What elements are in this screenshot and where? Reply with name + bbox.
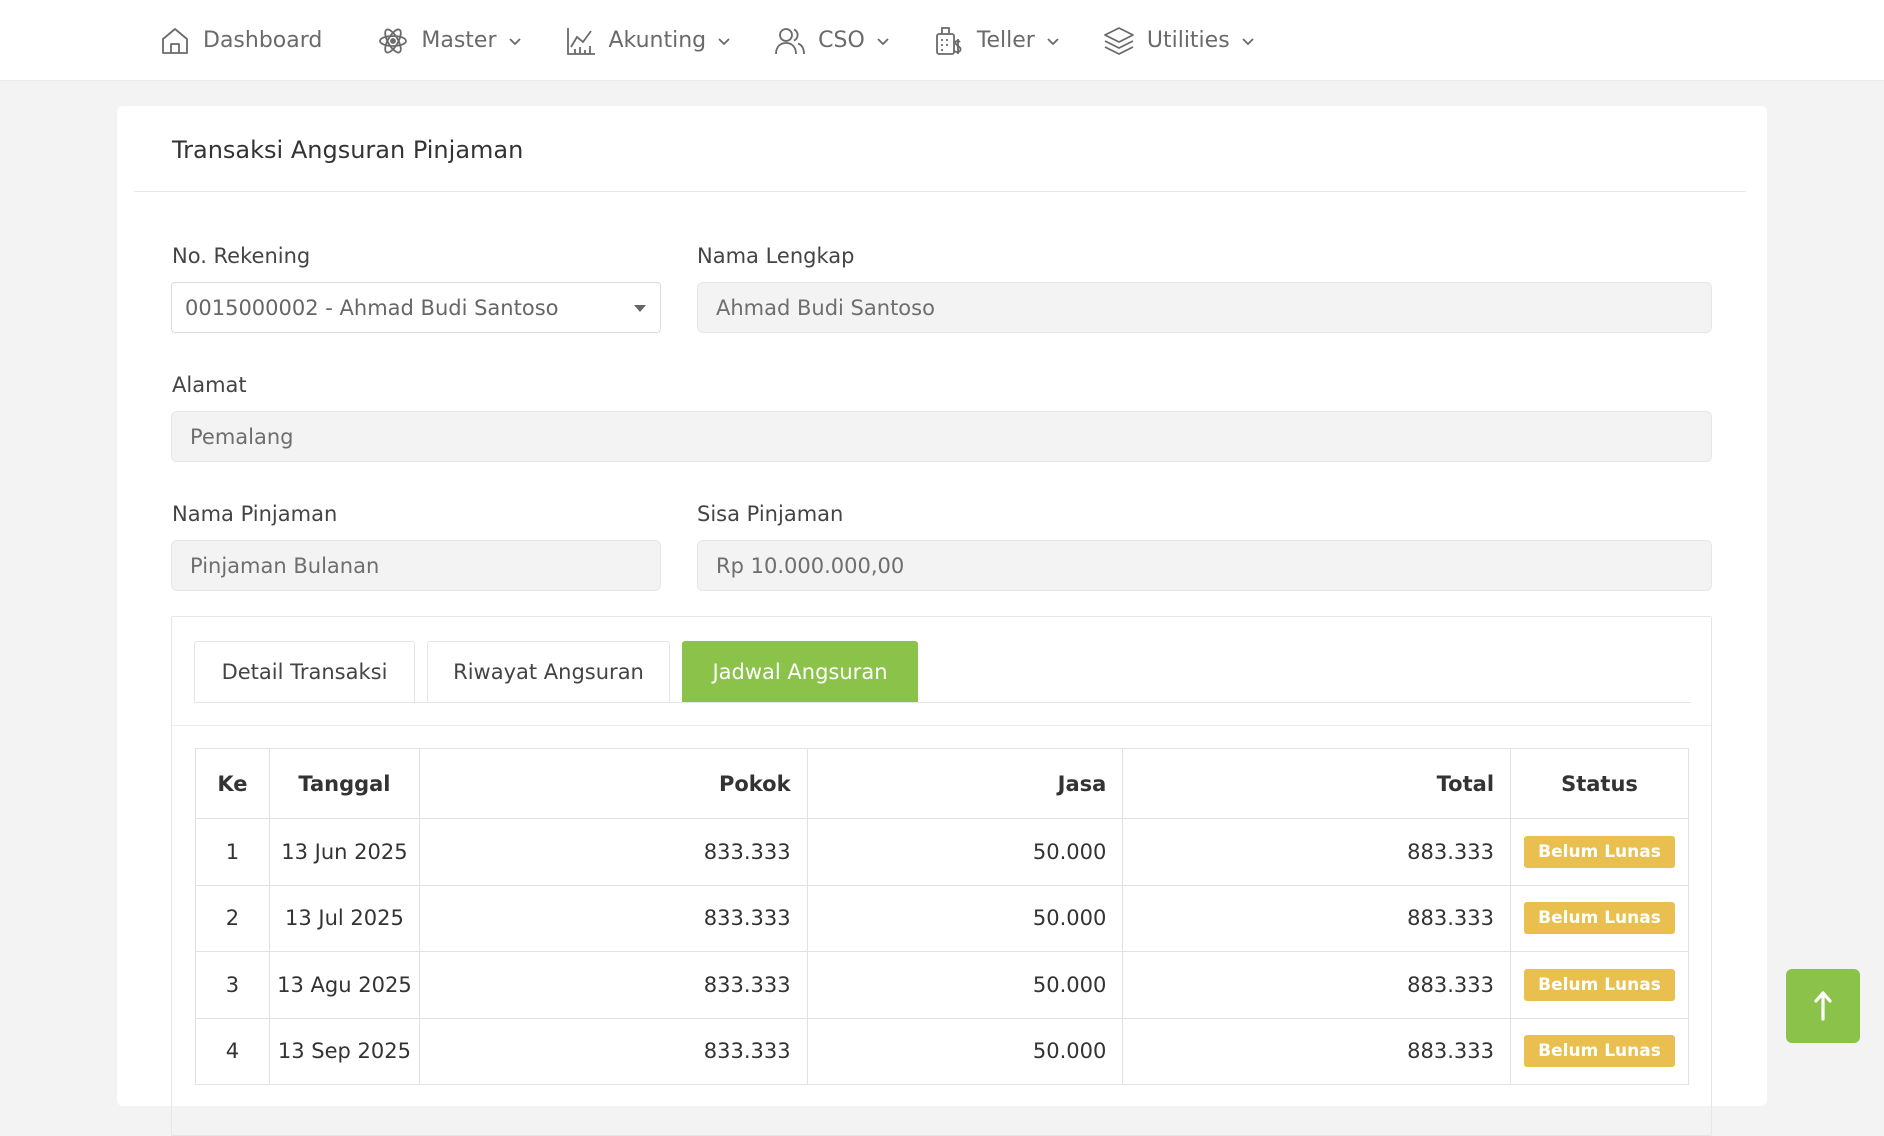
cell-ke: 4 [195, 1017, 270, 1085]
nav-item-cso[interactable]: CSO [774, 0, 891, 81]
cell-tanggal: 13 Jun 2025 [268, 818, 420, 886]
arrow-up-icon [1814, 991, 1832, 1021]
no-rekening-value: 0015000002 - Ahmad Budi Santoso [185, 295, 559, 320]
nav-item-utilities[interactable]: Utilities [1103, 0, 1256, 81]
no-rekening-select[interactable]: 0015000002 - Ahmad Budi Santoso [171, 282, 661, 333]
nama-lengkap-value: Ahmad Budi Santoso [716, 295, 935, 320]
column-header-tanggal: Tanggal [268, 748, 420, 819]
users-icon [774, 25, 806, 57]
nav-label-akunting: Akunting [608, 28, 707, 53]
column-header-status: Status [1510, 748, 1689, 819]
sisa-pinjaman-label: Sisa Pinjaman [697, 502, 844, 526]
column-header-ke: Ke [195, 748, 270, 819]
transaction-card: Transaksi Angsuran Pinjaman No. Rekening… [117, 106, 1767, 1136]
installment-schedule-table: Ke Tanggal Pokok Jasa Total Status 1 13 … [195, 748, 1689, 1085]
nav-label-cso: CSO [818, 28, 865, 53]
chevron-down-icon [507, 33, 523, 49]
cell-status: Belum Lunas [1510, 951, 1689, 1019]
tab-riwayat-angsuran[interactable]: Riwayat Angsuran [427, 641, 670, 702]
status-badge: Belum Lunas [1524, 968, 1675, 1001]
chevron-down-icon [875, 33, 891, 49]
alamat-field[interactable]: Pemalang [171, 411, 1712, 462]
atom-icon [377, 25, 409, 57]
nama-pinjaman-value: Pinjaman Bulanan [190, 553, 380, 578]
cell-total: 883.333 [1122, 1017, 1512, 1085]
nav-label-teller: Teller [976, 28, 1035, 53]
status-badge: Belum Lunas [1524, 835, 1675, 868]
column-header-pokok: Pokok [418, 748, 808, 819]
cell-ke: 2 [195, 884, 270, 952]
top-navbar: Dashboard Master Akunting CSO Teller Uti… [0, 0, 1884, 81]
table-row: 2 13 Jul 2025 833.333 50.000 883.333 Bel… [195, 884, 1689, 952]
cell-jasa: 50.000 [806, 1017, 1124, 1085]
alamat-label: Alamat [172, 373, 247, 397]
cell-total: 883.333 [1122, 951, 1512, 1019]
cell-ke: 1 [195, 818, 270, 886]
chevron-down-icon [1240, 33, 1256, 49]
table-row: 4 13 Sep 2025 833.333 50.000 883.333 Bel… [195, 1017, 1689, 1085]
caret-down-icon [634, 305, 646, 312]
chevron-down-icon [1045, 33, 1061, 49]
nav-item-akunting[interactable]: Akunting [565, 0, 733, 81]
page-title: Transaksi Angsuran Pinjaman [172, 136, 524, 164]
panel-divider [172, 725, 1711, 726]
cell-tanggal: 13 Sep 2025 [268, 1017, 420, 1085]
status-badge: Belum Lunas [1524, 902, 1675, 935]
cell-pokok: 833.333 [418, 884, 808, 952]
cell-pokok: 833.333 [418, 818, 808, 886]
nama-lengkap-label: Nama Lengkap [697, 244, 855, 268]
table-header-row: Ke Tanggal Pokok Jasa Total Status [195, 748, 1689, 819]
status-badge: Belum Lunas [1524, 1035, 1675, 1068]
nama-pinjaman-field[interactable]: Pinjaman Bulanan [171, 540, 661, 591]
tabs-baseline [194, 702, 1691, 703]
nav-label-dashboard: Dashboard [203, 28, 323, 53]
cell-status: Belum Lunas [1510, 1017, 1689, 1085]
column-header-total: Total [1122, 748, 1512, 819]
cell-total: 883.333 [1122, 884, 1512, 952]
nav-menu: Dashboard Master Akunting CSO Teller Uti… [159, 0, 1256, 81]
nav-item-master[interactable]: Master [377, 0, 522, 81]
table-row: 3 13 Agu 2025 833.333 50.000 883.333 Bel… [195, 951, 1689, 1019]
no-rekening-label: No. Rekening [172, 244, 311, 268]
home-icon [159, 25, 191, 57]
card-divider [134, 191, 1746, 192]
sisa-pinjaman-field[interactable]: Rp 10.000.000,00 [697, 540, 1712, 591]
chart-icon [565, 25, 597, 57]
nav-item-dashboard[interactable]: Dashboard [159, 0, 322, 81]
cell-jasa: 50.000 [806, 818, 1124, 886]
cell-ke: 3 [195, 951, 270, 1019]
table-row: 1 13 Jun 2025 833.333 50.000 883.333 Bel… [195, 818, 1689, 886]
cell-tanggal: 13 Jul 2025 [268, 884, 420, 952]
scroll-to-top-button[interactable] [1786, 969, 1860, 1043]
cell-pokok: 833.333 [418, 951, 808, 1019]
tabs-panel: Detail Transaksi Riwayat Angsuran Jadwal… [171, 616, 1712, 1136]
cell-jasa: 50.000 [806, 884, 1124, 952]
nav-label-master: Master [421, 28, 497, 53]
cell-jasa: 50.000 [806, 951, 1124, 1019]
tab-jadwal-angsuran[interactable]: Jadwal Angsuran [682, 641, 918, 702]
layers-icon [1103, 25, 1135, 57]
cell-pokok: 833.333 [418, 1017, 808, 1085]
cell-tanggal: 13 Agu 2025 [268, 951, 420, 1019]
receipt-icon [933, 25, 965, 57]
cell-status: Belum Lunas [1510, 818, 1689, 886]
column-header-jasa: Jasa [806, 748, 1124, 819]
nav-item-teller[interactable]: Teller [933, 0, 1061, 81]
alamat-value: Pemalang [190, 424, 294, 449]
sisa-pinjaman-value: Rp 10.000.000,00 [716, 553, 905, 578]
nav-label-utilities: Utilities [1146, 28, 1230, 53]
tab-detail-transaksi[interactable]: Detail Transaksi [194, 641, 415, 702]
cell-total: 883.333 [1122, 818, 1512, 886]
nama-pinjaman-label: Nama Pinjaman [172, 502, 338, 526]
nama-lengkap-field[interactable]: Ahmad Budi Santoso [697, 282, 1712, 333]
cell-status: Belum Lunas [1510, 884, 1689, 952]
chevron-down-icon [716, 33, 732, 49]
